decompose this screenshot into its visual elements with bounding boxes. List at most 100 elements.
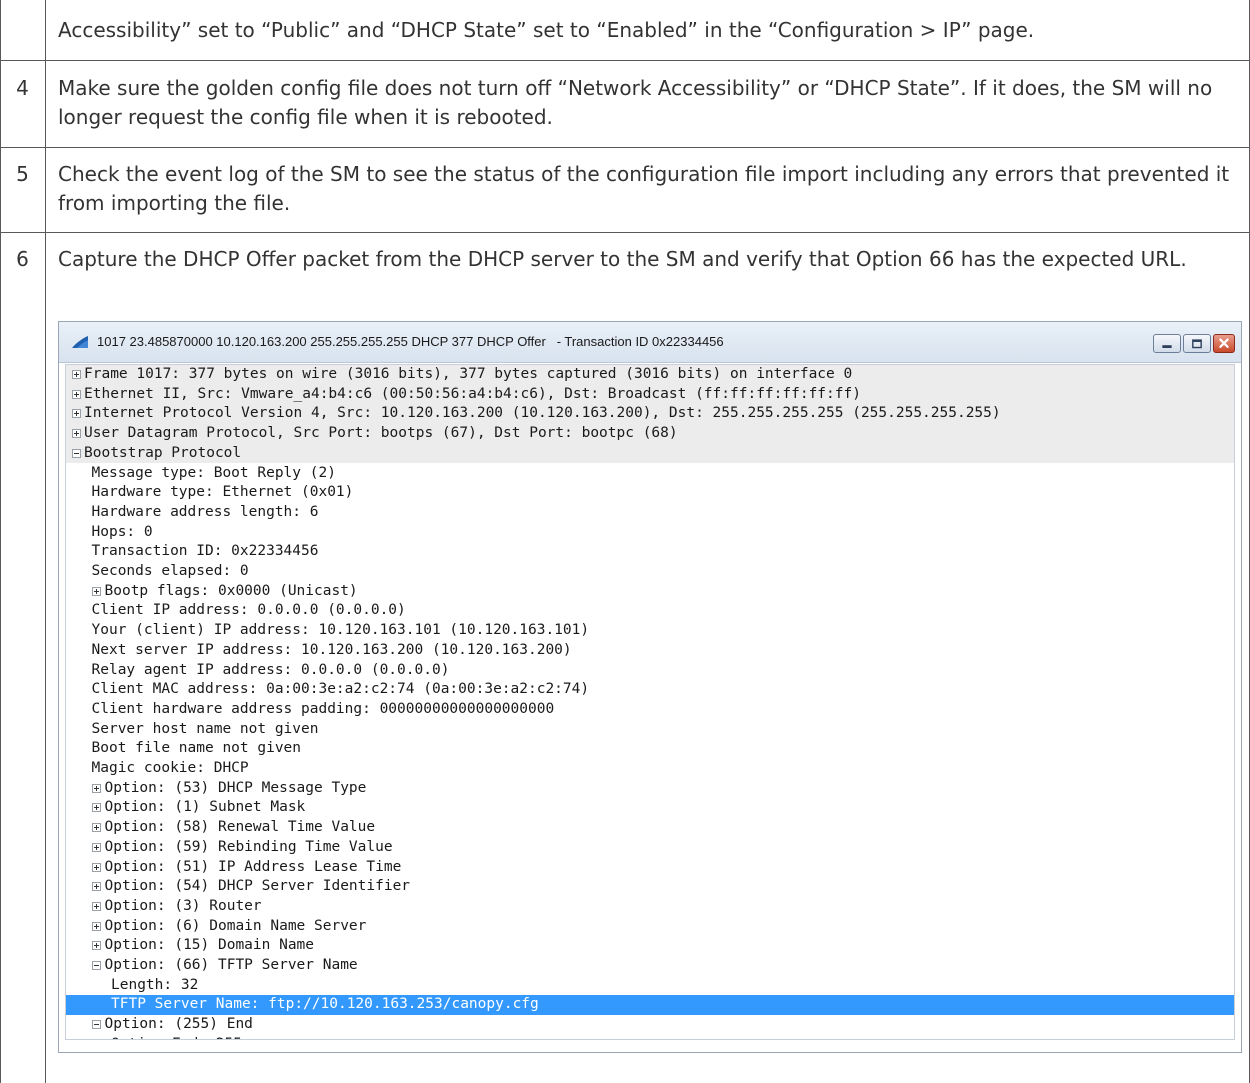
minimize-button[interactable] [1153,334,1181,353]
tree-item[interactable]: Internet Protocol Version 4, Src: 10.120… [66,404,1234,425]
wireshark-fin-icon [72,336,88,348]
tree-item[interactable]: Option: (255) End [66,1015,1234,1035]
expand-icon[interactable] [91,862,101,872]
step-text: Make sure the golden config file does no… [58,76,1213,129]
expand-icon[interactable] [91,941,101,951]
tree-item[interactable]: Hops: 0 [66,523,1234,543]
minimize-icon [1162,345,1172,348]
tree-item-label: Server host name not given [91,720,319,737]
step-text: Check the event log of the SM to see the… [58,162,1230,215]
tree-item[interactable]: Bootstrap Protocol [66,443,1234,464]
expand-icon[interactable] [91,921,101,931]
tree-item[interactable]: Option End: 255 [66,1035,1234,1039]
expand-icon[interactable] [91,901,101,911]
tree-item[interactable]: TFTP Server Name: ftp://10.120.163.253/c… [66,995,1234,1016]
tree-item-label: Option End: 255 [111,1035,242,1039]
tree-item[interactable]: Bootp flags: 0x0000 (Unicast) [66,582,1234,602]
tree-item[interactable]: Server host name not given [66,720,1234,740]
table-row: 4 Make sure the golden config file does … [0,61,1250,148]
expand-icon[interactable] [91,783,101,793]
packet-details-tree[interactable]: Frame 1017: 377 bytes on wire (3016 bits… [65,364,1235,1040]
tree-item-label: Option: (53) DHCP Message Type [104,779,367,796]
step-number: 5 [16,162,29,186]
tree-item-label: Relay agent IP address: 0.0.0.0 (0.0.0.0… [91,661,450,678]
tree-item[interactable]: Option: (3) Router [66,897,1234,917]
tree-item[interactable]: Client IP address: 0.0.0.0 (0.0.0.0) [66,601,1234,621]
tree-item[interactable]: Option: (51) IP Address Lease Time [66,858,1234,878]
collapse-icon[interactable] [91,1020,101,1030]
tree-item[interactable]: Option: (15) Domain Name [66,936,1234,956]
tree-item-label: Option: (15) Domain Name [104,937,315,954]
tree-item-label: User Datagram Protocol, Src Port: bootps… [84,425,678,442]
tree-item[interactable]: Transaction ID: 0x22334456 [66,542,1234,562]
tree-item-label: Option: (58) Renewal Time Value [104,819,376,836]
tree-item[interactable]: Ethernet II, Src: Vmware_a4:b4:c6 (00:50… [66,384,1234,405]
tree-item-label: Transaction ID: 0x22334456 [91,543,319,560]
tree-item-label: Magic cookie: DHCP [91,760,249,776]
tree-item[interactable]: Client hardware address padding: 0000000… [66,700,1234,720]
table-row: 5 Check the event log of the SM to see t… [0,148,1250,233]
tree-item-label: Message type: Boot Reply (2) [91,464,336,481]
step-number: 4 [16,76,29,100]
tree-item[interactable]: Seconds elapsed: 0 [66,562,1234,582]
tree-item-label: Option: (3) Router [104,897,262,914]
tree-item[interactable]: Hardware type: Ethernet (0x01) [66,483,1234,503]
tree-item-label: Frame 1017: 377 bytes on wire (3016 bits… [84,366,853,382]
expand-icon[interactable] [91,842,101,852]
tree-item-label: Hardware type: Ethernet (0x01) [91,484,354,501]
tree-item-label: Your (client) IP address: 10.120.163.101… [91,622,590,639]
tree-item-label: Next server IP address: 10.120.163.200 (… [91,641,572,658]
expand-icon[interactable] [72,370,81,379]
tree-item[interactable]: Length: 32 [66,976,1234,996]
tree-item-label: Option: (51) IP Address Lease Time [104,858,402,875]
collapse-icon[interactable] [91,961,101,970]
step-text: Accessibility” set to “Public” and “DHCP… [58,18,1035,42]
tree-item[interactable]: Option: (53) DHCP Message Type [66,779,1234,799]
tree-item[interactable]: Boot file name not given [66,739,1234,759]
tree-item-label: Bootp flags: 0x0000 (Unicast) [104,582,358,599]
tree-item-label: Option: (6) Domain Name Server [104,917,367,934]
expand-icon[interactable] [72,389,81,399]
window-titlebar[interactable]: 1017 23.485870000 10.120.163.200 255.255… [59,322,1241,363]
tree-item[interactable]: Next server IP address: 10.120.163.200 (… [66,641,1234,661]
tree-item[interactable]: Frame 1017: 377 bytes on wire (3016 bits… [66,365,1234,385]
maximize-icon [1192,339,1202,349]
tree-item[interactable]: User Datagram Protocol, Src Port: bootps… [66,424,1234,444]
tree-item-label: Client MAC address: 0a:00:3e:a2:c2:74 (0… [91,681,590,698]
close-icon [1219,338,1229,348]
expand-icon[interactable] [91,803,101,813]
expand-icon[interactable] [91,586,101,596]
tree-item[interactable]: Your (client) IP address: 10.120.163.101… [66,621,1234,641]
tree-item[interactable]: Option: (1) Subnet Mask [66,798,1234,818]
expand-icon[interactable] [72,429,81,439]
tree-item-label: Length: 32 [111,976,199,993]
tree-item[interactable]: Option: (54) DHCP Server Identifier [66,877,1234,897]
tree-item-label: Hops: 0 [91,523,153,540]
tree-item[interactable]: Relay agent IP address: 0.0.0.0 (0.0.0.0… [66,661,1234,681]
tree-item-label: Option: (255) End [104,1016,253,1033]
tree-item[interactable]: Hardware address length: 6 [66,503,1234,523]
tree-item-label: Client hardware address padding: 0000000… [91,700,555,717]
tree-item-label: Internet Protocol Version 4, Src: 10.120… [84,405,1001,422]
collapse-icon[interactable] [72,448,81,458]
tree-item[interactable]: Client MAC address: 0a:00:3e:a2:c2:74 (0… [66,680,1234,700]
tree-item[interactable]: Option: (66) TFTP Server Name [66,956,1234,976]
tree-item-label: Seconds elapsed: 0 [91,563,249,579]
table-row: Accessibility” set to “Public” and “DHCP… [0,0,1250,61]
tree-item-label: Client IP address: 0.0.0.0 (0.0.0.0) [91,602,406,619]
procedure-table: Accessibility” set to “Public” and “DHCP… [0,0,1250,1083]
expand-icon[interactable] [91,882,101,892]
tree-item-label: Ethernet II, Src: Vmware_a4:b4:c6 (00:50… [84,385,861,402]
tree-item[interactable]: Option: (59) Rebinding Time Value [66,838,1234,858]
window-title: 1017 23.485870000 10.120.163.200 255.255… [97,334,724,349]
close-button[interactable] [1213,334,1235,353]
tree-item[interactable]: Magic cookie: DHCP [66,759,1234,779]
step-text: Capture the DHCP Offer packet from the D… [58,247,1187,271]
tree-item-label: Boot file name not given [91,740,302,757]
tree-item[interactable]: Option: (6) Domain Name Server [66,917,1234,937]
tree-item[interactable]: Message type: Boot Reply (2) [66,464,1234,484]
expand-icon[interactable] [72,409,81,419]
maximize-button[interactable] [1183,334,1211,353]
tree-item[interactable]: Option: (58) Renewal Time Value [66,818,1234,838]
expand-icon[interactable] [91,823,101,833]
